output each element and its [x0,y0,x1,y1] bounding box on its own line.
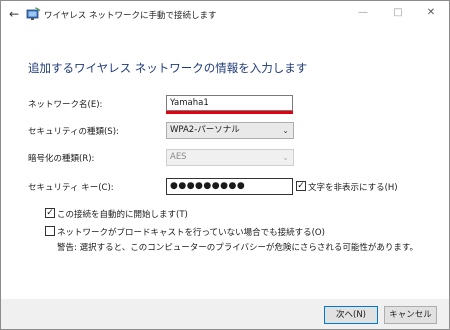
back-arrow-icon[interactable]: ← [9,7,19,21]
security-key-value: ●●●●●●●●● [170,181,246,191]
page-heading: 追加するワイヤレス ネットワークの情報を入力します [28,61,308,75]
minimize-button[interactable]: — [353,4,373,22]
chevron-down-icon: ⌄ [282,153,289,162]
connect-hidden-label[interactable]: ネットワークがブロードキャストを行っていない場合でも接続する(O) [57,226,325,238]
security-type-select[interactable]: WPA2-パーソナル ⌄ [166,122,294,139]
encryption-type-value: AES [170,152,187,162]
connect-hidden-checkbox[interactable] [45,226,55,236]
cancel-button[interactable]: キャンセル [384,306,437,324]
network-icon [26,7,41,20]
hide-characters-checkbox[interactable]: ✓ [296,181,306,191]
close-button[interactable]: ✕ [421,4,441,22]
auto-connect-label[interactable]: この接続を自動的に開始します(T) [57,208,188,220]
highlight-underline [166,111,293,114]
encryption-type-label: 暗号化の種類(R): [28,154,95,164]
auto-connect-checkbox[interactable]: ✓ [45,208,55,218]
window-title: ワイヤレス ネットワークに手動で接続します [44,11,217,21]
network-name-value: Yamaha1 [170,98,209,108]
security-key-label: セキュリティ キー(C): [28,183,114,193]
encryption-type-select: AES ⌄ [166,149,294,166]
network-name-label: ネットワーク名(E): [28,100,103,110]
button-bar [1,299,449,329]
next-button[interactable]: 次へ(N) [324,306,378,324]
security-type-value: WPA2-パーソナル [170,125,240,135]
maximize-button[interactable]: □ [388,4,408,22]
chevron-down-icon: ⌄ [282,126,289,135]
privacy-warning: 警告: 選択すると、このコンピューターのプライバシーが危険にさらされる可能性があ… [57,243,419,253]
title-bar: ← ワイヤレス ネットワークに手動で接続します — □ ✕ [1,1,449,27]
security-key-input[interactable]: ●●●●●●●●● [166,178,293,195]
security-type-label: セキュリティの種類(S): [28,127,119,137]
network-name-input[interactable]: Yamaha1 [166,95,293,111]
hide-characters-label[interactable]: 文字を非表示にする(H) [308,181,398,193]
wireless-connect-dialog: ← ワイヤレス ネットワークに手動で接続します — □ ✕ 追加するワイヤレス … [0,0,450,330]
